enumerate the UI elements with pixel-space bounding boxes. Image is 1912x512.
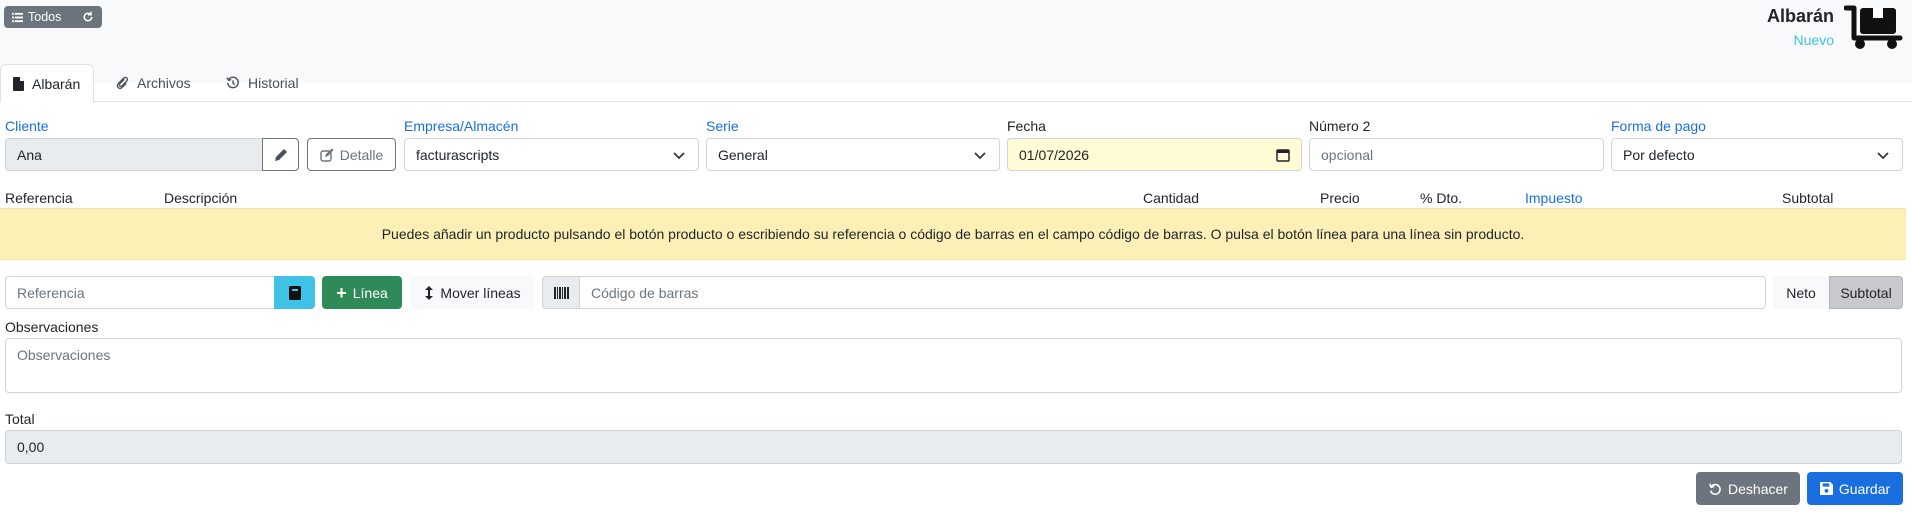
total-label: Total	[5, 411, 35, 427]
series-select[interactable]: General	[706, 138, 1000, 171]
col-subtotal: Subtotal	[1782, 190, 1834, 206]
dolly-cart-icon	[1844, 5, 1903, 49]
list-icon	[12, 12, 23, 22]
customer-detail-button[interactable]: Detalle	[307, 138, 396, 171]
tab-albaran[interactable]: Albarán	[0, 64, 94, 103]
series-value: General	[718, 146, 768, 163]
customer-field[interactable]: Ana	[5, 138, 263, 171]
payment-select[interactable]: Por defecto	[1611, 138, 1903, 171]
plus-icon: +	[336, 282, 347, 303]
move-lines-label: Mover líneas	[440, 284, 521, 301]
number2-placeholder: opcional	[1321, 146, 1374, 163]
number2-label: Número 2	[1309, 118, 1371, 134]
date-value: 01/07/2026	[1019, 146, 1090, 163]
series-label[interactable]: Serie	[706, 118, 739, 134]
tab-archivos-label: Archivos	[137, 75, 191, 91]
col-discount: % Dto.	[1420, 190, 1463, 206]
book-icon	[288, 285, 301, 300]
total-field: 0,00	[5, 430, 1902, 464]
calendar-icon[interactable]	[1276, 148, 1290, 162]
customer-detail-label: Detalle	[339, 146, 384, 163]
product-search-button[interactable]	[274, 276, 315, 309]
empty-lines-message: Puedes añadir un producto pulsando el bo…	[0, 208, 1906, 260]
tab-archivos[interactable]: Archivos	[104, 64, 203, 102]
reference-input[interactable]: Referencia	[5, 276, 275, 309]
arrows-vertical-icon	[425, 285, 434, 300]
col-tax[interactable]: Impuesto	[1525, 190, 1583, 206]
subtotal-toggle-button[interactable]: Subtotal	[1829, 276, 1903, 309]
tab-albaran-label: Albarán	[32, 75, 81, 92]
add-line-button[interactable]: + Línea	[322, 276, 402, 309]
number2-input[interactable]: opcional	[1309, 138, 1604, 171]
subtotal-toggle-label: Subtotal	[1840, 284, 1892, 301]
barcode-placeholder: Código de barras	[591, 284, 699, 301]
payment-label[interactable]: Forma de pago	[1611, 118, 1706, 134]
move-lines-button[interactable]: Mover líneas	[410, 276, 535, 309]
company-value: facturascripts	[416, 146, 500, 163]
edit-icon	[320, 148, 334, 162]
document-title: Albarán	[1766, 6, 1834, 26]
date-label: Fecha	[1007, 118, 1046, 134]
reference-placeholder: Referencia	[17, 284, 85, 301]
floppy-disk-icon	[1819, 482, 1833, 495]
file-icon	[13, 76, 24, 91]
add-line-label: Línea	[352, 284, 388, 301]
refresh-icon[interactable]	[82, 11, 94, 23]
total-value: 0,00	[17, 439, 45, 455]
undo-label: Deshacer	[1728, 480, 1788, 497]
net-label: Neto	[1786, 284, 1816, 301]
payment-value: Por defecto	[1623, 146, 1695, 163]
pencil-icon	[274, 148, 287, 161]
observations-textarea[interactable]	[5, 338, 1902, 393]
undo-icon	[1709, 482, 1721, 495]
col-reference: Referencia	[5, 190, 73, 206]
history-icon	[226, 76, 239, 89]
barcode-input[interactable]: Código de barras	[579, 276, 1766, 309]
paperclip-icon	[116, 76, 129, 90]
observations-label: Observaciones	[5, 319, 99, 335]
customer-value: Ana	[17, 146, 42, 163]
chevron-down-icon	[1877, 152, 1889, 160]
tab-historial[interactable]: Historial	[214, 64, 311, 102]
date-input[interactable]: 01/07/2026	[1007, 138, 1302, 171]
company-label[interactable]: Empresa/Almacén	[404, 118, 518, 134]
save-label: Guardar	[1838, 480, 1891, 497]
edit-customer-button[interactable]	[262, 138, 299, 171]
document-title-block: Albarán Nuevo	[1767, 6, 1834, 48]
undo-button[interactable]: Deshacer	[1696, 472, 1800, 505]
company-select[interactable]: facturascripts	[404, 138, 699, 171]
document-status: Nuevo	[1793, 32, 1834, 48]
all-documents-button[interactable]: Todos	[4, 6, 102, 28]
save-button[interactable]: Guardar	[1807, 472, 1903, 505]
col-description: Descripción	[164, 190, 238, 206]
col-quantity: Cantidad	[1143, 190, 1200, 206]
tab-historial-label: Historial	[248, 75, 299, 91]
barcode-addon	[542, 276, 580, 309]
col-price: Precio	[1320, 190, 1360, 206]
customer-label[interactable]: Cliente	[5, 118, 49, 134]
net-toggle-button[interactable]: Neto	[1773, 276, 1829, 309]
chevron-down-icon	[974, 152, 986, 160]
empty-lines-text: Puedes añadir un producto pulsando el bo…	[381, 226, 1525, 242]
document-tabs: Albarán Archivos Historial	[0, 64, 1912, 103]
barcode-icon	[553, 286, 569, 299]
all-documents-label: Todos	[28, 10, 62, 24]
chevron-down-icon	[673, 152, 685, 160]
